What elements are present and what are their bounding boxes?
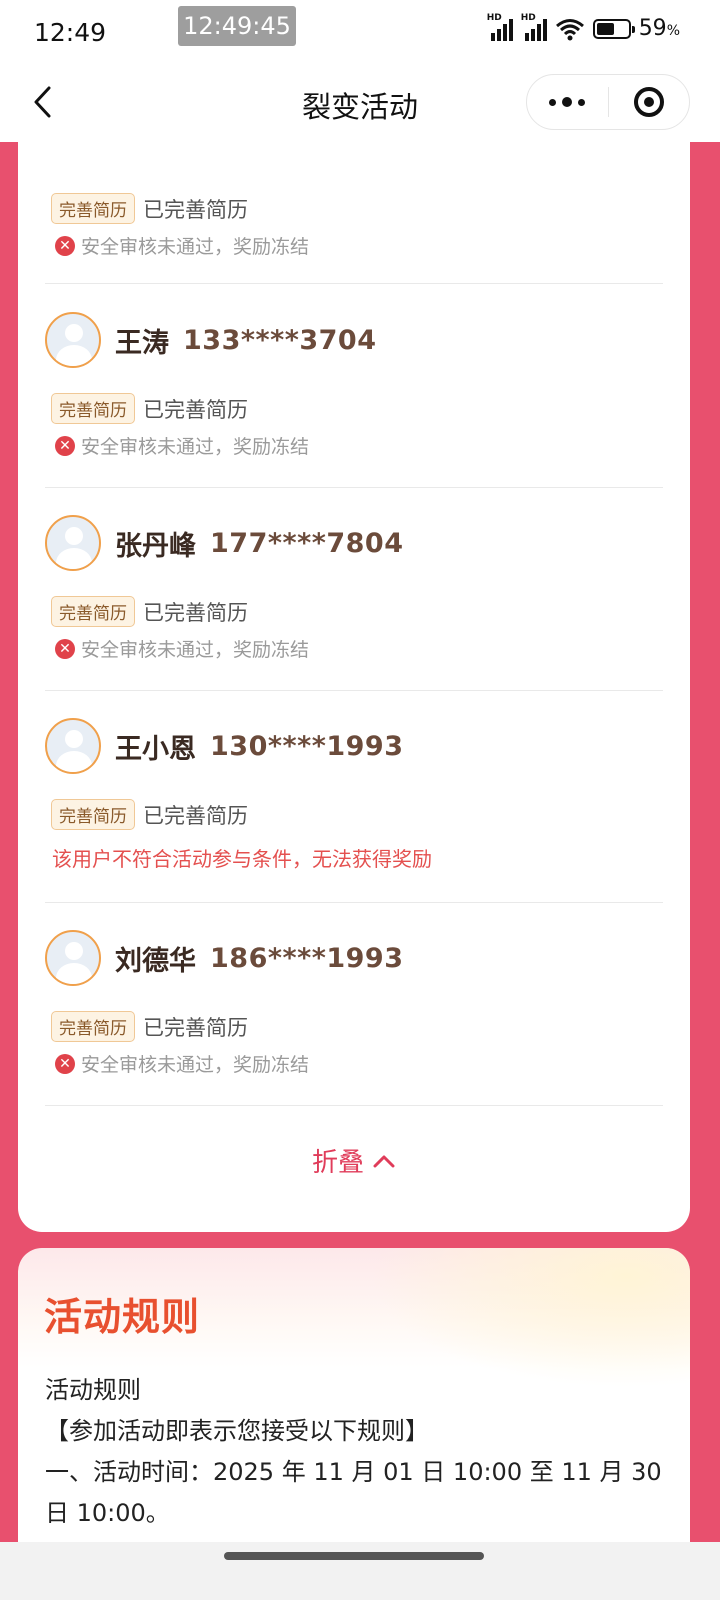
invitee-user: 王涛 133****3704 <box>45 312 377 368</box>
invitee-phone: 130****1993 <box>210 730 404 762</box>
nav-bar: 裂变活动 <box>0 62 720 142</box>
resume-status-text: 已完善简历 <box>143 803 248 828</box>
signal-icon-2: HD <box>521 13 547 41</box>
rules-body: 活动规则 【参加活动即表示您接受以下规则】 一、活动时间：2025 年 11 月… <box>45 1370 665 1534</box>
reward-status-text: 安全审核未通过，奖励冻结 <box>81 236 310 258</box>
rules-line: 活动规则 <box>45 1376 141 1404</box>
avatar <box>45 930 101 986</box>
signal-icon: HD <box>487 13 513 41</box>
resume-status: 完善简历 已完善简历 <box>51 799 248 830</box>
reward-status: ✕ 安全审核未通过，奖励冻结 <box>55 432 309 459</box>
close-mini-program-button[interactable] <box>609 75 690 129</box>
more-button[interactable] <box>527 75 608 129</box>
resume-status-text: 已完善简历 <box>143 397 248 422</box>
collapse-button[interactable]: 折叠 <box>18 1142 690 1179</box>
resume-tag: 完善简历 <box>51 193 135 224</box>
rules-line: 一、活动时间：2025 年 11 月 01 日 10:00 至 11 月 30 <box>45 1458 662 1486</box>
error-x-icon: ✕ <box>55 235 75 256</box>
invitee-user: 王小恩 130****1993 <box>45 718 404 774</box>
resume-tag: 完善简历 <box>51 1011 135 1042</box>
error-x-icon: ✕ <box>55 1053 75 1074</box>
reward-status: ✕ 安全审核未通过，奖励冻结 <box>55 232 309 259</box>
target-circle-icon <box>633 87 664 117</box>
rules-line: 日 10:00。 <box>45 1499 170 1527</box>
invitee-row: 王涛 133****3704 完善简历 已完善简历 ✕ 安全审核未通过，奖励冻结 <box>45 284 663 488</box>
recording-time-overlay: 12:49:45 <box>178 6 296 46</box>
invitee-phone: 177****7804 <box>210 527 404 559</box>
resume-tag: 完善简历 <box>51 596 135 627</box>
rules-line: 【参加活动即表示您接受以下规则】 <box>45 1417 429 1445</box>
invitee-row: 张丹峰 177****7804 完善简历 已完善简历 ✕ 安全审核未通过，奖励冻… <box>45 488 663 691</box>
mini-program-capsule <box>526 74 690 130</box>
screen: 12:49 12:49:45 HD HD 59% 裂变活动 完善简历 已完善简历… <box>0 0 720 1600</box>
battery-percent: 59% <box>638 16 680 41</box>
resume-status-text: 已完善简历 <box>143 600 248 625</box>
resume-status: 完善简历 已完善简历 <box>51 193 248 224</box>
resume-status-text: 已完善简历 <box>143 1015 248 1040</box>
wifi-icon <box>555 18 584 40</box>
invitee-row: 刘德华 186****1993 完善简历 已完善简历 ✕ 安全审核未通过，奖励冻… <box>45 903 663 1106</box>
invitee-name: 王涛 <box>115 327 169 359</box>
invitee-row: 王小恩 130****1993 完善简历 已完善简历 该用户不符合活动参与条件，… <box>45 691 663 903</box>
resume-status: 完善简历 已完善简历 <box>51 393 248 424</box>
resume-status: 完善简历 已完善简历 <box>51 596 248 627</box>
status-time: 12:49 <box>34 18 107 47</box>
status-bar: 12:49 12:49:45 HD HD 59% <box>0 0 720 62</box>
reward-status: ✕ 安全审核未通过，奖励冻结 <box>55 1050 309 1077</box>
rules-heading: 活动规则 <box>44 1295 201 1339</box>
reward-status: ✕ 安全审核未通过，奖励冻结 <box>55 635 309 662</box>
resume-tag: 完善简历 <box>51 393 135 424</box>
invitee-name: 张丹峰 <box>115 530 196 562</box>
status-icons: HD HD 59% <box>487 13 680 42</box>
battery-icon <box>592 18 635 39</box>
chevron-up-icon <box>373 1155 395 1167</box>
error-x-icon: ✕ <box>55 638 75 659</box>
invitee-phone: 133****3704 <box>183 324 377 356</box>
ineligible-notice: 该用户不符合活动参与条件，无法获得奖励 <box>52 847 432 871</box>
avatar <box>45 312 101 368</box>
reward-status-text: 安全审核未通过，奖励冻结 <box>81 1054 310 1076</box>
avatar <box>45 515 101 571</box>
resume-tag: 完善简历 <box>51 799 135 830</box>
invitee-user: 张丹峰 177****7804 <box>45 515 404 571</box>
invitee-user: 刘德华 186****1993 <box>45 930 404 986</box>
invitee-list-card: 完善简历 已完善简历 ✕ 安全审核未通过，奖励冻结 王涛 133****3704… <box>18 80 690 1232</box>
invitee-phone: 186****1993 <box>210 942 404 974</box>
invitee-name: 刘德华 <box>115 945 196 977</box>
gesture-bar <box>0 1542 720 1600</box>
home-indicator[interactable] <box>224 1552 484 1560</box>
invitee-name: 王小恩 <box>115 733 196 765</box>
collapse-label: 折叠 <box>311 1148 364 1178</box>
more-dots-icon <box>549 98 557 106</box>
resume-status-text: 已完善简历 <box>143 197 248 222</box>
error-x-icon: ✕ <box>55 435 75 456</box>
reward-status-text: 安全审核未通过，奖励冻结 <box>81 639 310 661</box>
avatar <box>45 718 101 774</box>
reward-status-text: 安全审核未通过，奖励冻结 <box>81 436 310 458</box>
resume-status: 完善简历 已完善简历 <box>51 1011 248 1042</box>
